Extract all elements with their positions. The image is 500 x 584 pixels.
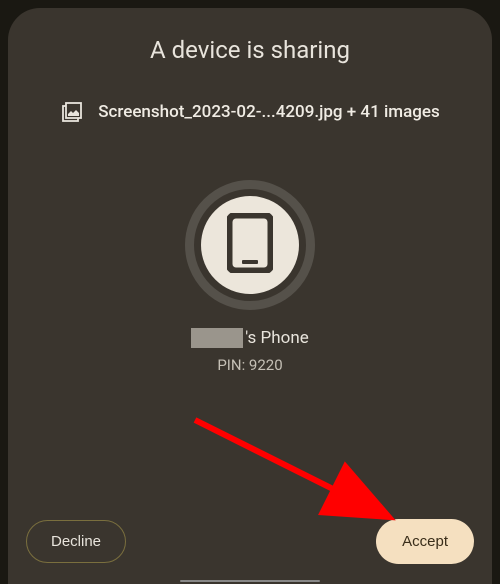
- device-avatar-ring: [185, 180, 315, 310]
- photo-stack-icon: [60, 100, 84, 124]
- share-sheet: A device is sharing Screenshot_2023-02-.…: [8, 8, 492, 584]
- accept-button[interactable]: Accept: [376, 519, 474, 564]
- phone-icon: [227, 213, 273, 277]
- pin-label: PIN: 9220: [217, 356, 282, 374]
- sheet-title: A device is sharing: [32, 36, 468, 64]
- device-avatar: [201, 196, 299, 294]
- decline-button[interactable]: Decline: [26, 520, 126, 563]
- redacted-name: [191, 328, 243, 348]
- device-section: 's Phone PIN: 9220: [32, 180, 468, 560]
- nav-bar-indicator: [180, 580, 320, 582]
- action-buttons: Decline Accept: [26, 519, 474, 564]
- file-info-row: Screenshot_2023-02-...4209.jpg + 41 imag…: [32, 100, 468, 124]
- device-name-row: 's Phone: [191, 328, 308, 348]
- device-name-suffix: 's Phone: [245, 328, 308, 348]
- file-name: Screenshot_2023-02-...4209.jpg + 41 imag…: [98, 102, 440, 122]
